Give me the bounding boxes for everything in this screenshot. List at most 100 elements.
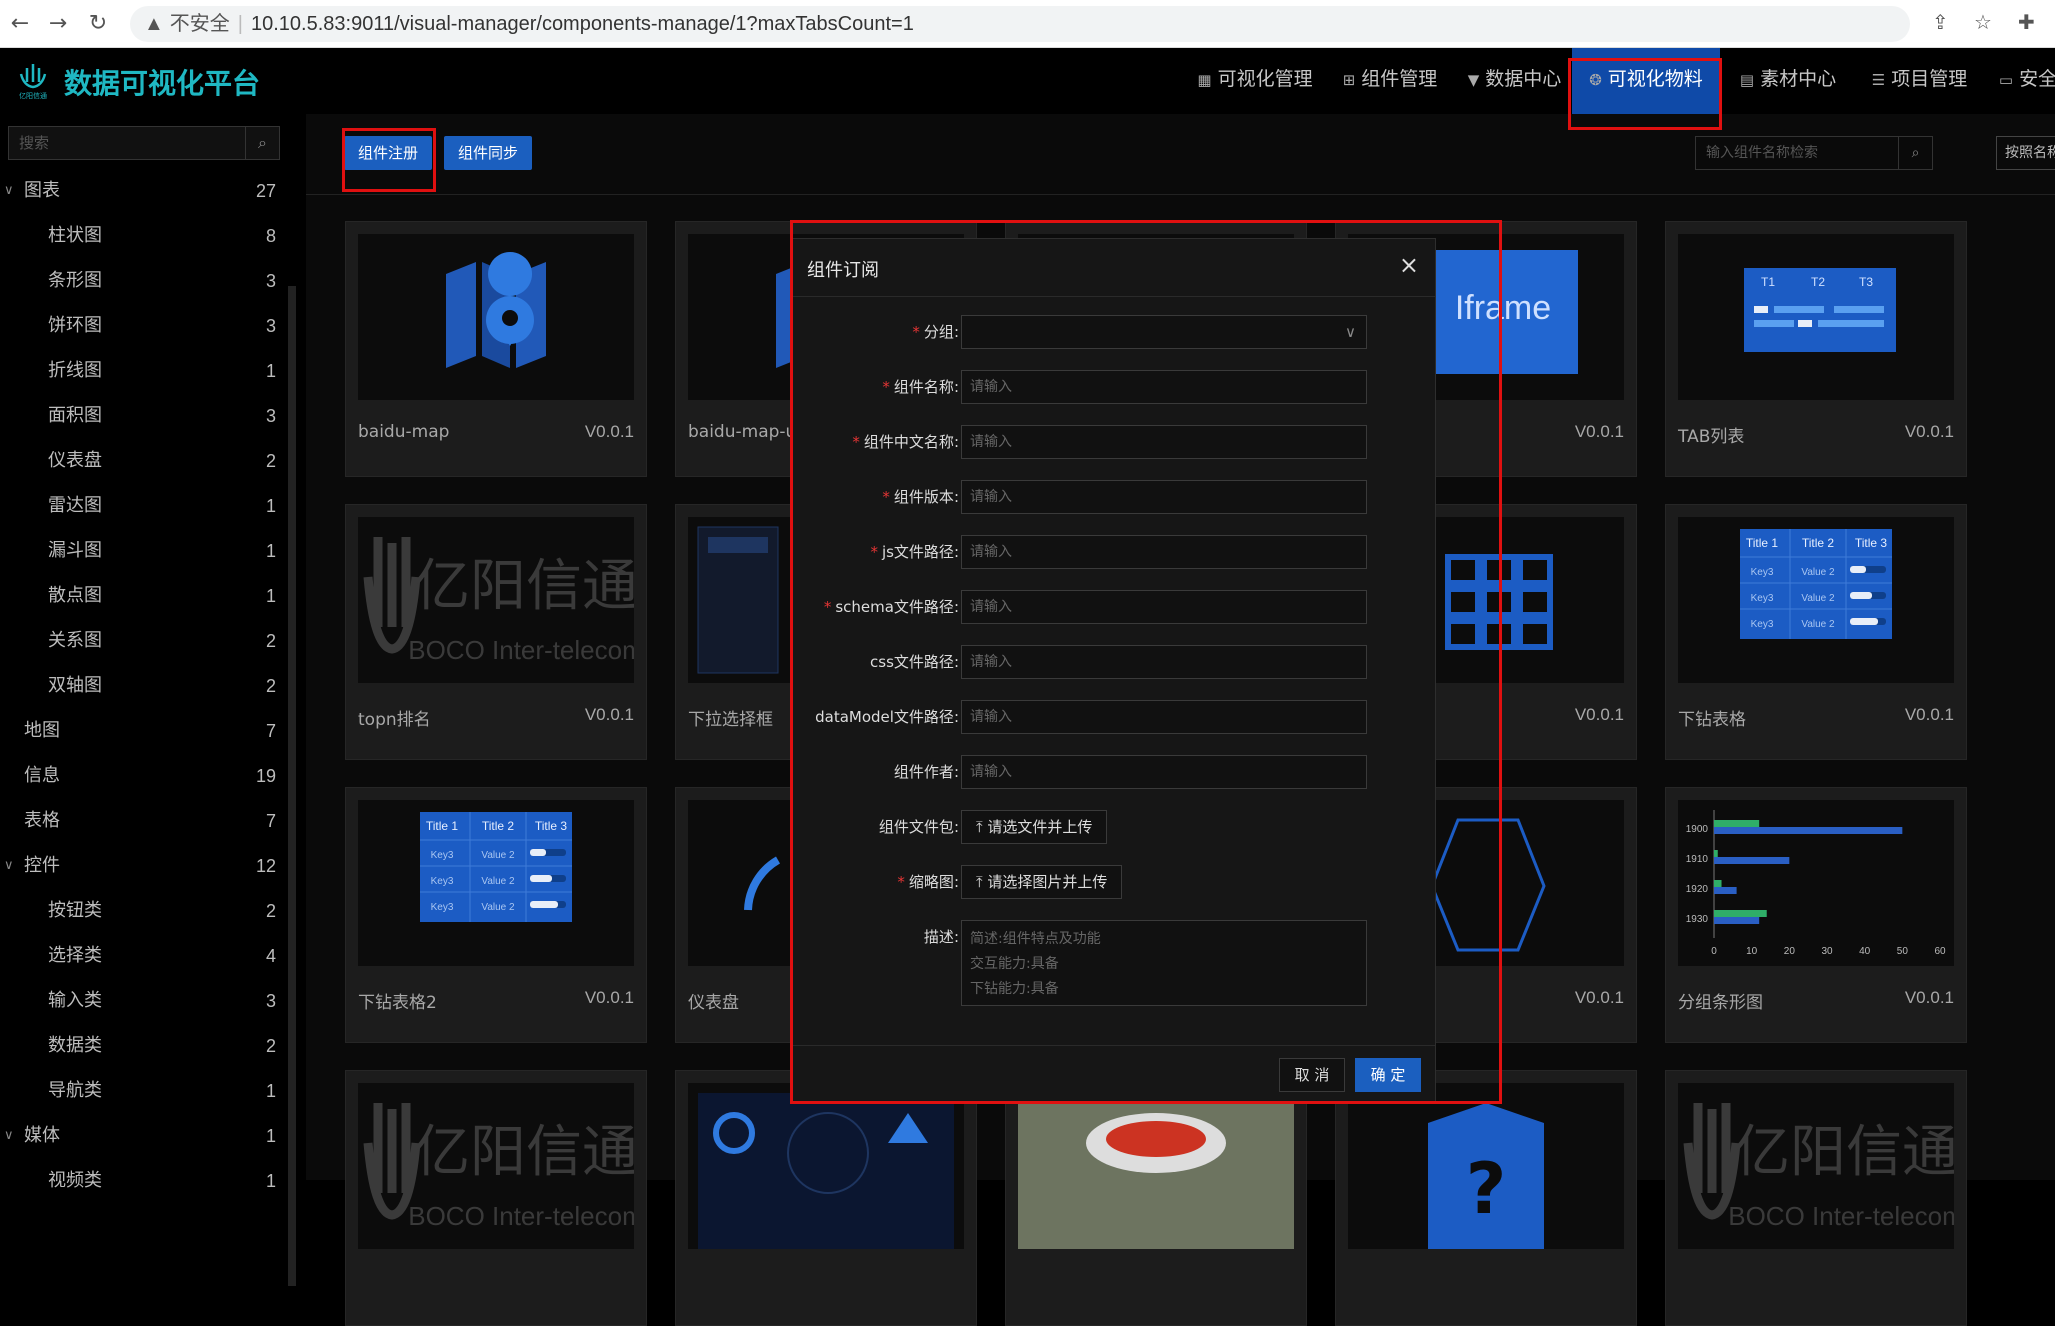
form-label-colon: : (953, 433, 959, 451)
form-label-colon: : (953, 488, 959, 506)
sidebar-item-label: 控件 (24, 855, 60, 876)
component-card[interactable]: 亿阳信通 BOCO Inter-telecom topn排名 V0.0.1 (345, 504, 647, 760)
sidebar-item[interactable]: 地图 7 (0, 709, 290, 753)
nav-item-1[interactable]: ⊞ 组件管理 (1335, 48, 1445, 114)
chevron-down-icon[interactable]: ∨ (4, 169, 14, 213)
sidebar-item[interactable]: 选择类 4 (0, 934, 290, 978)
form-input[interactable]: 请输入 (961, 590, 1367, 624)
sidebar-item[interactable]: 折线图 1 (0, 349, 290, 393)
component-card[interactable]: T1 T2 T3 TAB列表 V0.0.1 (1665, 221, 1967, 477)
reload-icon[interactable]: ↻ (82, 8, 114, 40)
bar-green (1714, 910, 1767, 917)
form-input[interactable]: 请输入 (961, 480, 1367, 514)
table-head: Title 1 (1746, 536, 1779, 550)
component-card[interactable]: baidu-map V0.0.1 (345, 221, 647, 477)
upload-button[interactable]: ⤒ 请选择图片并上传 (961, 865, 1123, 899)
component-card[interactable]: Title 1 Title 2 Title 3 Key3 Value 2 Key3 Valu… (1665, 504, 1967, 760)
sidebar-item[interactable]: 面积图 3 (0, 394, 290, 438)
bar-blue (1714, 887, 1737, 894)
sidebar-item[interactable]: 表格 7 (0, 799, 290, 843)
sidebar-item-label: 视频类 (48, 1170, 102, 1191)
sidebar-item[interactable]: 信息 19 (0, 754, 290, 798)
search-icon[interactable]: ⌕ (1898, 137, 1932, 169)
required-mark: * (882, 488, 890, 506)
sidebar-item[interactable]: 散点图 1 (0, 574, 290, 618)
sidebar-search-input[interactable]: 搜索 ⌕ (8, 126, 280, 160)
form-input[interactable]: 请输入 (961, 370, 1367, 404)
sidebar-item[interactable]: 按钮类 2 (0, 889, 290, 933)
register-component-button[interactable]: 组件注册 (344, 136, 433, 170)
sidebar-item-label: 漏斗图 (48, 540, 102, 561)
card-version: V0.0.1 (1574, 705, 1624, 724)
component-search-input[interactable]: 输入组件名称检索 ⌕ (1695, 136, 1933, 170)
sidebar-item[interactable]: 条形图 3 (0, 259, 290, 303)
sidebar-item[interactable]: ∨ 媒体 1 (0, 1114, 290, 1158)
form-input[interactable]: 请输入 (961, 645, 1367, 679)
sidebar-item[interactable]: 双轴图 2 (0, 664, 290, 708)
iframe-label: Iframe (1455, 289, 1551, 327)
chevron-down-icon[interactable]: ∨ (4, 1114, 14, 1158)
sidebar-item[interactable]: ∨ 图表 27 (0, 169, 290, 213)
form-label-text: schema文件路径 (835, 598, 954, 616)
address-bar[interactable]: ▲ 不安全 | 10.10.5.83:9011/visual-manager/comp… (130, 6, 1910, 42)
forward-icon[interactable]: → (42, 8, 74, 40)
nav-item-5[interactable]: ☰ 项目管理 (1862, 48, 1977, 114)
sync-component-button[interactable]: 组件同步 (444, 136, 533, 170)
sidebar-scrollbar[interactable] (288, 286, 296, 1286)
sidebar-item[interactable]: 仪表盘 2 (0, 439, 290, 483)
upload-button[interactable]: ⤒ 请选文件并上传 (961, 810, 1108, 844)
sidebar-item[interactable]: 数据类 2 (0, 1024, 290, 1068)
sidebar-item[interactable]: 漏斗图 1 (0, 529, 290, 573)
component-search-placeholder: 输入组件名称检索 (1706, 145, 1818, 161)
confirm-button[interactable]: 确 定 (1355, 1058, 1421, 1092)
sidebar-item[interactable]: 输入类 3 (0, 979, 290, 1023)
group-select[interactable]: ∨ (961, 315, 1367, 349)
chevron-down-icon[interactable]: ∨ (4, 844, 14, 888)
extensions-icon[interactable]: ✚ (2018, 10, 2035, 34)
logo-caption: 亿阳信通 (19, 91, 47, 100)
form-label-colon: : (953, 598, 959, 616)
close-icon[interactable]: × (1399, 251, 1419, 279)
component-card[interactable]: 1900 1910 1920 1930 0 10 20 30 40 50 60 分组条形图 V0.0.1 (1665, 787, 1967, 1043)
sidebar-item[interactable]: 关系图 2 (0, 619, 290, 663)
nav-label: 可视化物料 (1607, 68, 1703, 90)
form-input[interactable]: 请输入 (961, 425, 1367, 459)
form-label: * 组件版本: (882, 480, 959, 514)
component-card[interactable]: ? (1335, 1070, 1637, 1326)
share-icon[interactable]: ⇪ (1932, 10, 1949, 34)
monitor-icon: ▭ (1998, 71, 2014, 89)
sidebar-item[interactable]: ∨ 控件 12 (0, 844, 290, 888)
sidebar-item-count: 3 (265, 271, 276, 291)
sidebar-item[interactable]: 视频类 1 (0, 1159, 290, 1203)
component-card[interactable] (675, 1070, 977, 1326)
cancel-button[interactable]: 取 消 (1279, 1058, 1345, 1092)
nav-item-6[interactable]: ▭ 安全 (1988, 48, 2055, 114)
form-input[interactable]: 请输入 (961, 700, 1367, 734)
nav-item-3[interactable]: ❂ 可视化物料 (1572, 48, 1720, 114)
form-input[interactable]: 请输入 (961, 535, 1367, 569)
nav-item-2[interactable]: ▼ 数据中心 (1462, 48, 1567, 114)
component-card[interactable]: Title 1 Title 2 Title 3 Key3 Value 2 Key3 Valu… (345, 787, 647, 1043)
nav-item-4[interactable]: ▤ 素材中心 (1733, 48, 1843, 114)
component-card[interactable]: 亿阳信通 BOCO Inter-telecom (1665, 1070, 1967, 1326)
tab-label: T3 (1859, 275, 1873, 289)
sort-select[interactable]: 按照名称 (1996, 136, 2055, 170)
sidebar-item-label: 面积图 (48, 405, 102, 426)
back-icon[interactable]: ← (4, 8, 36, 40)
card-version: V0.0.1 (1574, 988, 1624, 1007)
sidebar-item[interactable]: 雷达图 1 (0, 484, 290, 528)
component-card[interactable] (1005, 1070, 1307, 1326)
sidebar-item[interactable]: 柱状图 8 (0, 214, 290, 258)
form-label: css文件路径: (870, 645, 959, 679)
form-input[interactable]: 请输入 (961, 755, 1367, 789)
bar-category-label: 1910 (1686, 854, 1709, 865)
bookmark-star-icon[interactable]: ☆ (1974, 10, 1992, 34)
sidebar-item-label: 雷达图 (48, 495, 102, 516)
sidebar-item[interactable]: 饼环图 3 (0, 304, 290, 348)
bar-green (1714, 880, 1722, 887)
nav-item-0[interactable]: ▦ 可视化管理 (1190, 48, 1320, 114)
description-textarea[interactable]: 简述:组件特点及功能 交互能力:具备 下钻能力:具备 (961, 920, 1367, 1006)
sidebar-item[interactable]: 导航类 1 (0, 1069, 290, 1113)
component-card[interactable]: 亿阳信通 BOCO Inter-telecom (345, 1070, 647, 1326)
search-icon[interactable]: ⌕ (245, 127, 279, 159)
